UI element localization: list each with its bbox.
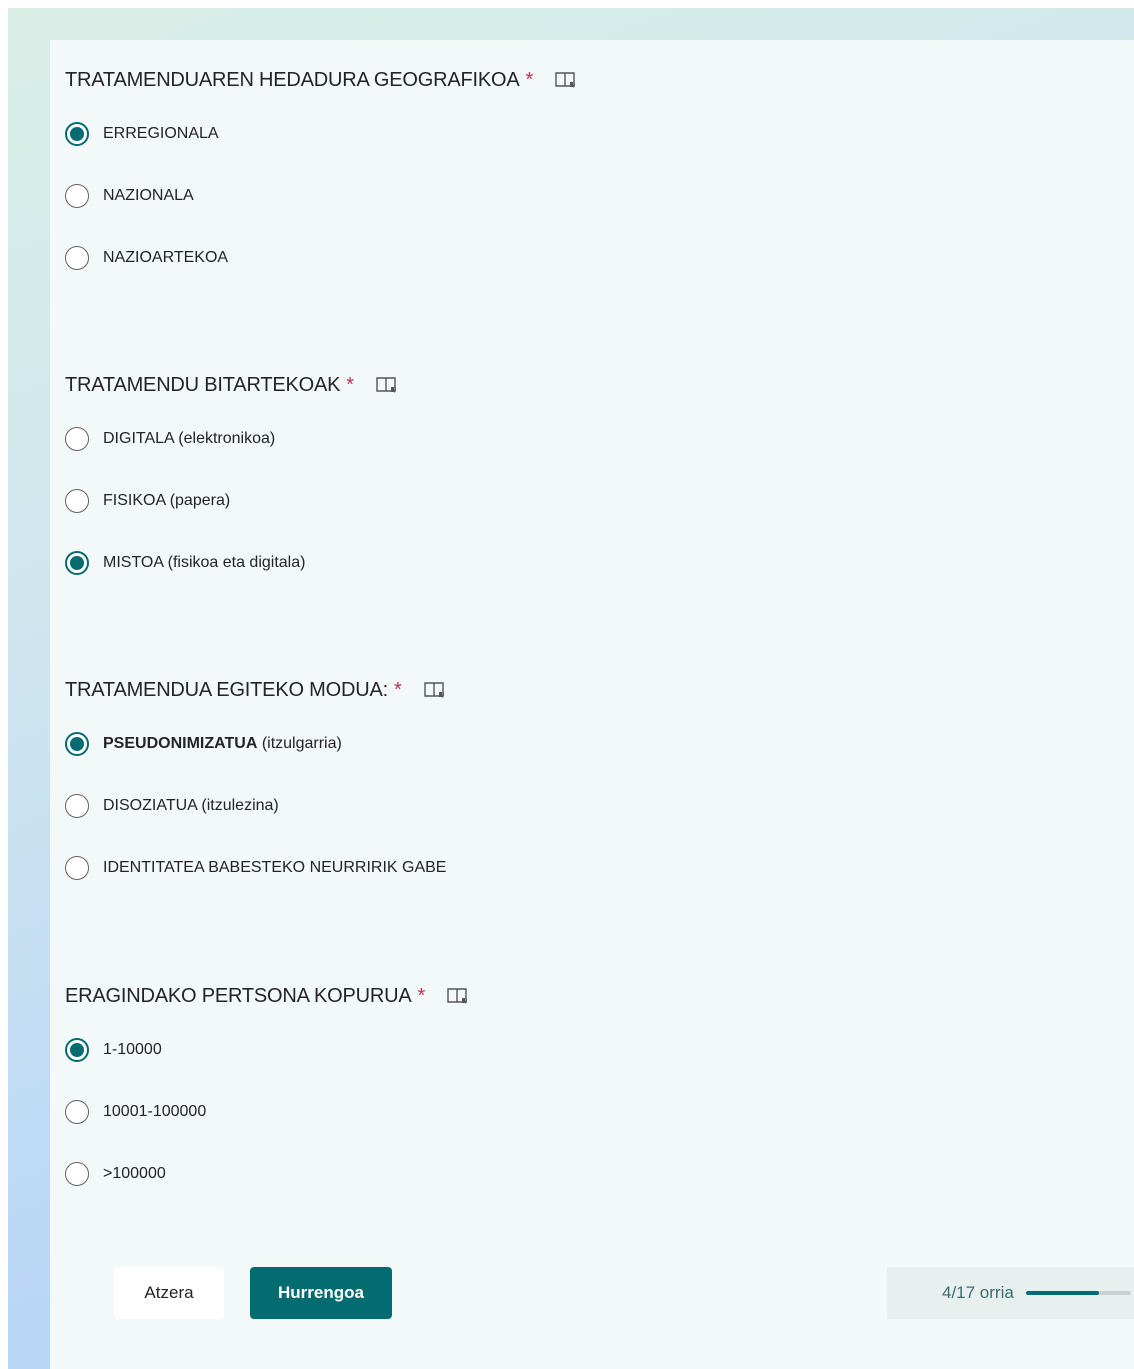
question-processing-mode: TRATAMENDUA EGITEKO MODUA: * PSEUDONIMIZ… bbox=[65, 676, 965, 883]
radio-button[interactable] bbox=[65, 246, 89, 270]
option-digitala[interactable]: DIGITALA (elektronikoa) bbox=[65, 424, 965, 454]
option-identitatea[interactable]: IDENTITATEA BABESTEKO NEURRIRIK GABE bbox=[65, 853, 965, 883]
option-label: >100000 bbox=[103, 1165, 166, 1182]
immersive-reader-icon[interactable] bbox=[553, 69, 579, 91]
option-label: 1-10000 bbox=[103, 1041, 162, 1058]
next-button[interactable]: Hurrengoa bbox=[250, 1267, 392, 1319]
question-title: TRATAMENDUAREN HEDADURA GEOGRAFIKOA * bbox=[65, 66, 965, 94]
option-label: MISTOA (fisikoa eta digitala) bbox=[103, 554, 306, 571]
immersive-reader-icon[interactable] bbox=[422, 679, 448, 701]
question-title: ERAGINDAKO PERTSONA KOPURUA * bbox=[65, 982, 965, 1010]
question-affected-persons: ERAGINDAKO PERTSONA KOPURUA * 1-10000 10… bbox=[65, 982, 965, 1189]
option-label: NAZIONALA bbox=[103, 187, 194, 204]
question-title: TRATAMENDU BITARTEKOAK * bbox=[65, 371, 965, 399]
option-erregionala[interactable]: ERREGIONALA bbox=[65, 119, 965, 149]
option-fisikoa[interactable]: FISIKOA (papera) bbox=[65, 486, 965, 516]
progress-fill bbox=[1025, 1291, 1100, 1295]
radio-button[interactable] bbox=[65, 427, 89, 451]
question-title: TRATAMENDUA EGITEKO MODUA: * bbox=[65, 676, 965, 704]
option-nazioartekoa[interactable]: NAZIOARTEKOA bbox=[65, 243, 965, 273]
required-asterisk: * bbox=[525, 69, 534, 91]
radio-button[interactable] bbox=[65, 794, 89, 818]
question-title-text: ERAGINDAKO PERTSONA KOPURUA bbox=[65, 985, 412, 1007]
question-geographic-scope: TRATAMENDUAREN HEDADURA GEOGRAFIKOA * ER… bbox=[65, 66, 965, 273]
option-label: ERREGIONALA bbox=[103, 125, 219, 142]
question-title-text: TRATAMENDUA EGITEKO MODUA: bbox=[65, 679, 388, 701]
question-title-text: TRATAMENDU BITARTEKOAK bbox=[65, 374, 341, 396]
option-nazionala[interactable]: NAZIONALA bbox=[65, 181, 965, 211]
top-band bbox=[0, 0, 1134, 8]
option-mistoa[interactable]: MISTOA (fisikoa eta digitala) bbox=[65, 548, 965, 578]
option-label: FISIKOA (papera) bbox=[103, 492, 231, 509]
radio-button[interactable] bbox=[65, 489, 89, 513]
page-progress: 4/17 orria bbox=[887, 1267, 1134, 1319]
option-label: PSEUDONIMIZATUA (itzulgarria) bbox=[103, 735, 342, 753]
progress-track bbox=[1025, 1291, 1131, 1295]
option-label: IDENTITATEA BABESTEKO NEURRIRIK GABE bbox=[103, 859, 447, 876]
radio-button[interactable] bbox=[65, 551, 89, 575]
immersive-reader-icon[interactable] bbox=[445, 985, 471, 1007]
radio-button[interactable] bbox=[65, 1100, 89, 1124]
page-indicator: 4/17 orria bbox=[942, 1283, 1014, 1302]
radio-button[interactable] bbox=[65, 184, 89, 208]
radio-button[interactable] bbox=[65, 856, 89, 880]
option-1-10000[interactable]: 1-10000 bbox=[65, 1035, 965, 1065]
radio-button[interactable] bbox=[65, 1162, 89, 1186]
radio-button[interactable] bbox=[65, 122, 89, 146]
radio-button[interactable] bbox=[65, 1038, 89, 1062]
required-asterisk: * bbox=[346, 374, 354, 396]
option-label-suffix: (itzulgarria) bbox=[257, 735, 342, 752]
question-processing-means: TRATAMENDU BITARTEKOAK * DIGITALA (elekt… bbox=[65, 371, 965, 578]
left-band bbox=[0, 0, 8, 1369]
option-pseudonimizatua[interactable]: PSEUDONIMIZATUA (itzulgarria) bbox=[65, 729, 965, 759]
option-10001-100000[interactable]: 10001-100000 bbox=[65, 1097, 965, 1127]
option-over-100000[interactable]: >100000 bbox=[65, 1159, 965, 1189]
required-asterisk: * bbox=[417, 985, 426, 1007]
option-label: NAZIOARTEKOA bbox=[103, 249, 229, 266]
option-label: DISOZIATUA (itzulezina) bbox=[103, 797, 279, 814]
option-disoziatua[interactable]: DISOZIATUA (itzulezina) bbox=[65, 791, 965, 821]
option-label: 10001-100000 bbox=[103, 1103, 207, 1120]
required-asterisk: * bbox=[393, 679, 402, 701]
radio-button[interactable] bbox=[65, 732, 89, 756]
option-label-bold: PSEUDONIMIZATUA bbox=[103, 735, 258, 752]
back-button[interactable]: Atzera bbox=[114, 1267, 224, 1319]
immersive-reader-icon[interactable] bbox=[374, 374, 400, 396]
option-label: DIGITALA (elektronikoa) bbox=[103, 430, 276, 447]
question-title-text: TRATAMENDUAREN HEDADURA GEOGRAFIKOA bbox=[65, 69, 520, 91]
